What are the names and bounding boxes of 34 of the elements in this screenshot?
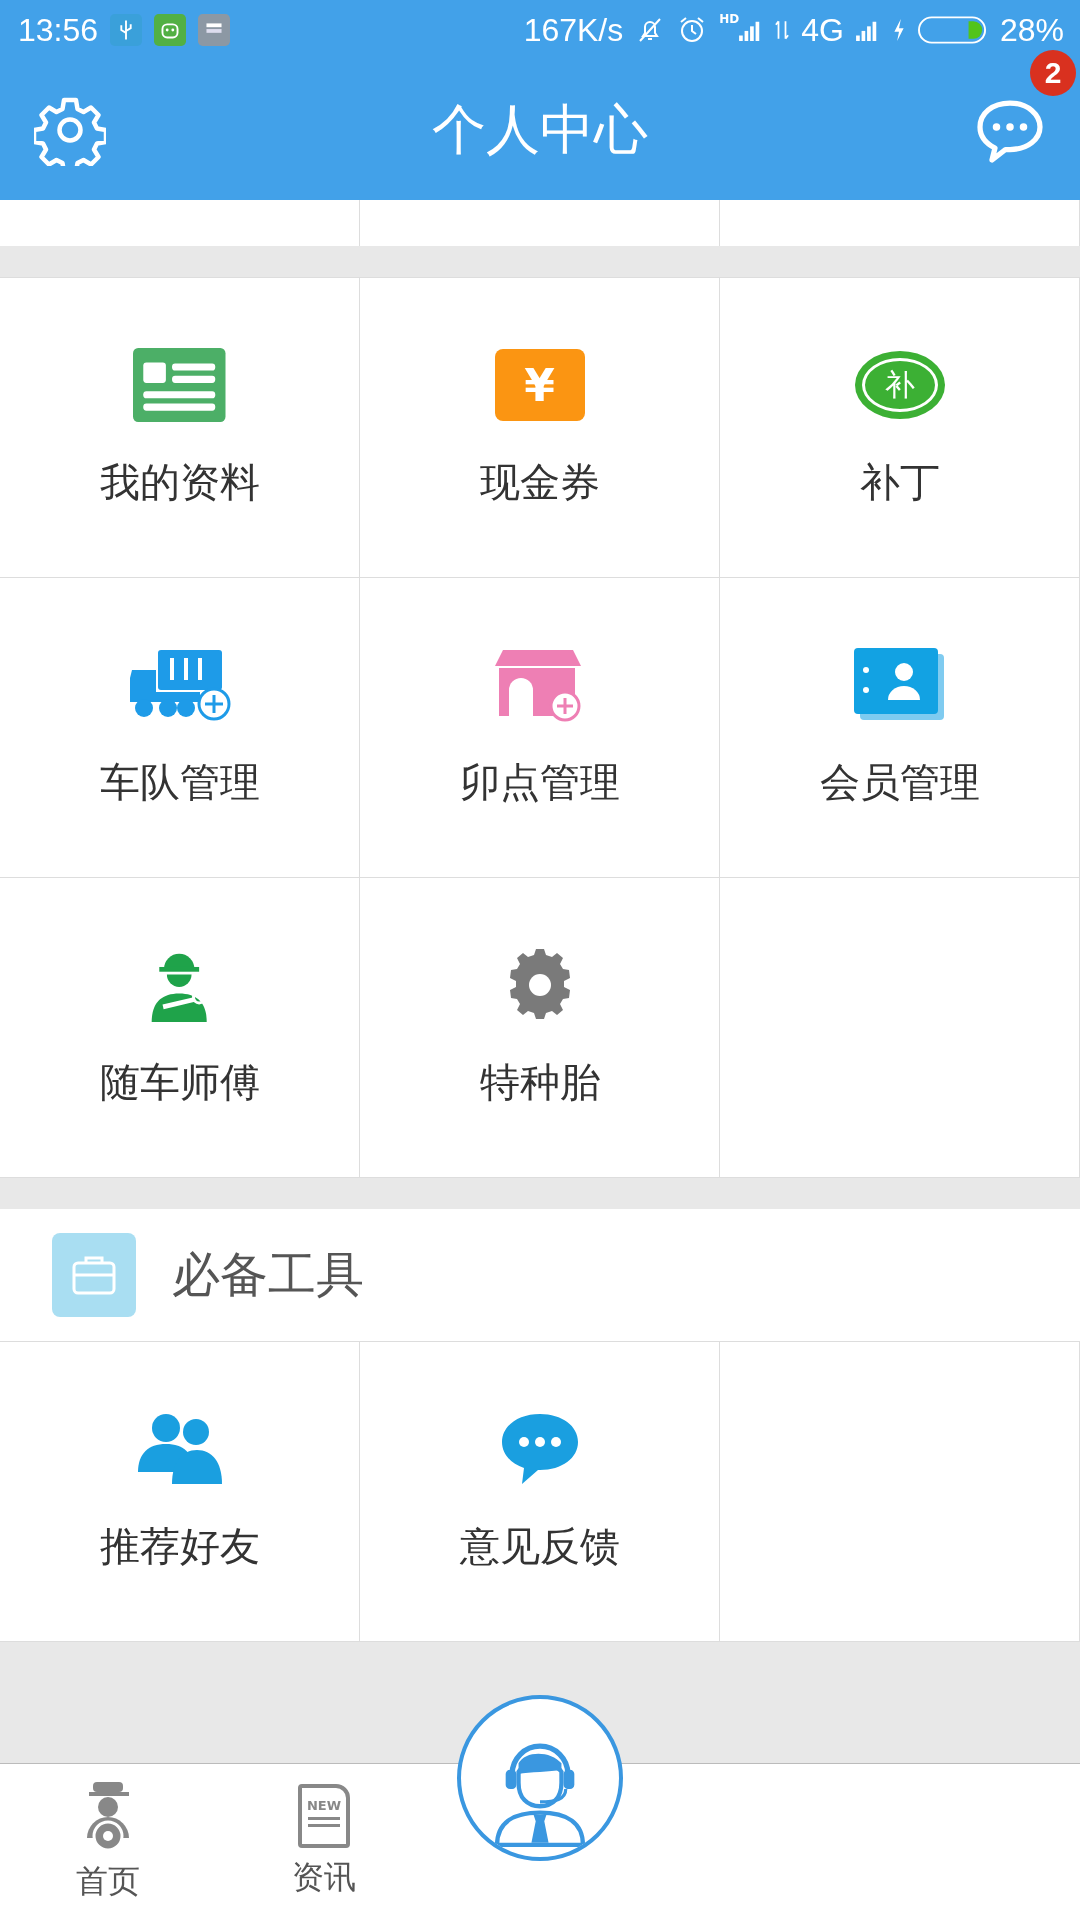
usb-icon	[110, 14, 143, 46]
battery-percent: 28%	[999, 11, 1064, 49]
news-icon: NEW	[298, 1784, 350, 1848]
friends-icon	[137, 1412, 222, 1486]
chat-bubble-icon	[499, 1412, 580, 1486]
menu-tile[interactable]: 会员管理	[720, 578, 1080, 878]
coupon-icon: ¥	[494, 349, 585, 421]
menu-tile[interactable]: 特种胎	[360, 878, 720, 1178]
hd-label: HD	[719, 12, 740, 26]
data-arrows-icon	[775, 18, 790, 42]
menu-tile[interactable]: 补 补丁	[720, 278, 1080, 578]
toolbox-icon	[52, 1233, 136, 1317]
notes-icon	[198, 14, 231, 46]
android-icon	[154, 14, 187, 46]
member-card-icon	[853, 648, 946, 722]
section-title: 必备工具	[172, 1245, 364, 1304]
nav-tab[interactable]: 首页	[0, 1764, 216, 1920]
page-title: 个人中心	[432, 96, 648, 163]
notification-badge: 2	[1030, 50, 1076, 96]
menu-tile[interactable]: 我的资料	[0, 278, 360, 578]
tool-tile[interactable]: 推荐好友	[0, 1342, 360, 1642]
network-speed: 167K/s	[523, 11, 624, 49]
patch-icon: 补	[854, 351, 945, 419]
truck-icon	[127, 648, 232, 722]
network-type: 4G	[801, 11, 844, 49]
battery-icon	[917, 16, 988, 44]
status-time: 13:56	[18, 11, 99, 49]
tool-tile[interactable]: 意见反馈	[360, 1342, 720, 1642]
menu-tile[interactable]: ¥ 现金券	[360, 278, 720, 578]
menu-tile[interactable]: 卯点管理	[360, 578, 720, 878]
menu-tile[interactable]: 随车师傅	[0, 878, 360, 1178]
profile-card-icon	[133, 348, 226, 422]
menu-tile[interactable]: 车队管理	[0, 578, 360, 878]
nav-tab[interactable]: NEW 资讯	[216, 1764, 432, 1920]
